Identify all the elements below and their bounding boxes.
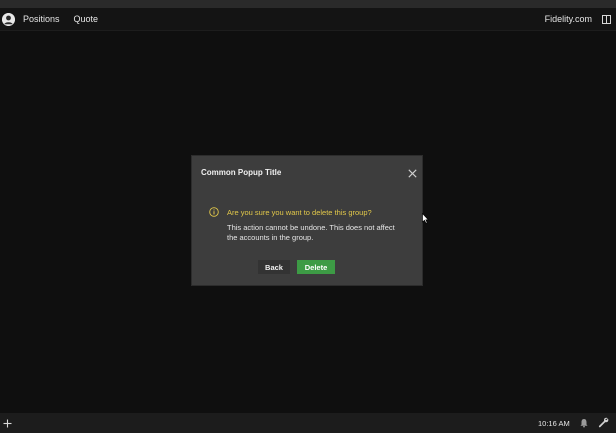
bell-icon[interactable] bbox=[579, 418, 589, 428]
user-avatar-icon[interactable] bbox=[2, 12, 15, 26]
delete-group-dialog: Common Popup Title Are you sure you want… bbox=[192, 156, 422, 285]
header-bar: Positions Quote Fidelity.com bbox=[0, 8, 616, 30]
header-divider bbox=[0, 30, 616, 31]
panel-toggle-icon[interactable] bbox=[602, 14, 611, 24]
dialog-title: Common Popup Title bbox=[201, 168, 282, 177]
nav-positions[interactable]: Positions bbox=[23, 14, 60, 24]
fidelity-link[interactable]: Fidelity.com bbox=[545, 14, 592, 24]
delete-button[interactable]: Delete bbox=[297, 260, 335, 274]
nav-quote[interactable]: Quote bbox=[74, 14, 99, 24]
back-button[interactable]: Back bbox=[258, 260, 290, 274]
wrench-icon[interactable] bbox=[598, 417, 609, 428]
dialog-body-text: This action cannot be undone. This does … bbox=[227, 223, 395, 242]
plus-icon[interactable] bbox=[2, 418, 12, 428]
warning-row: Are you sure you want to delete this gro… bbox=[209, 207, 372, 217]
close-icon[interactable] bbox=[406, 167, 418, 179]
warning-text: Are you sure you want to delete this gro… bbox=[227, 207, 372, 217]
app-window: Positions Quote Fidelity.com Common Popu… bbox=[0, 0, 616, 433]
clock-time: 10:16 AM bbox=[538, 419, 570, 428]
info-icon bbox=[209, 207, 219, 217]
mouse-pointer-icon bbox=[422, 213, 429, 224]
title-strip bbox=[0, 0, 616, 8]
header-right: Fidelity.com bbox=[545, 14, 616, 24]
taskbar: 10:16 AM bbox=[0, 413, 616, 433]
